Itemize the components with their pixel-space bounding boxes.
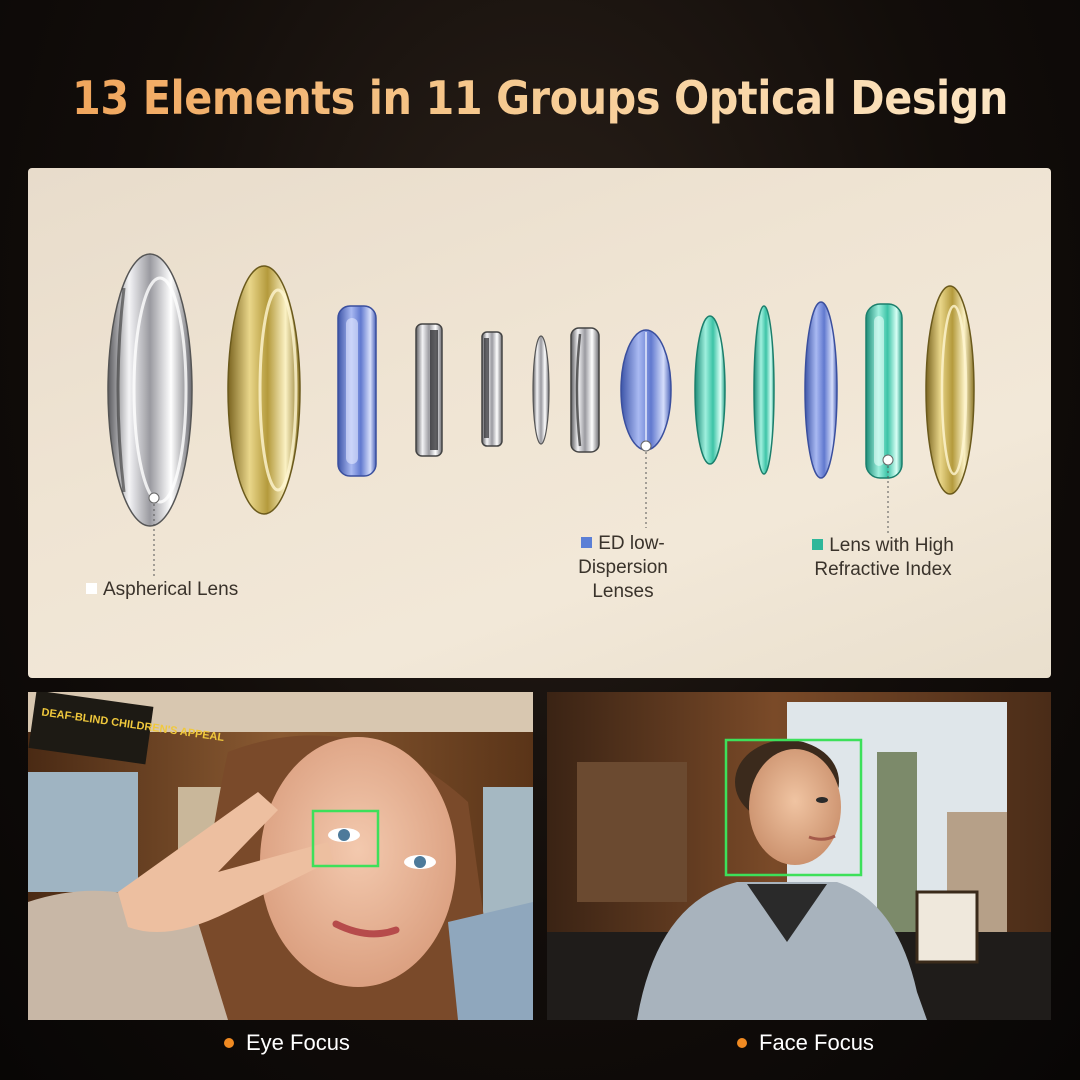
lens-element-12-high-index <box>865 303 903 479</box>
lens-element-10 <box>753 305 775 475</box>
high-index-label-line1: Lens with High <box>829 535 954 556</box>
lens-element-13 <box>925 285 975 495</box>
page-title: 13 Elements in 11 Groups Optical Design <box>54 62 1026 134</box>
lens-element-11 <box>804 301 838 479</box>
lens-element-5 <box>481 331 503 447</box>
lens-element-8-ed <box>620 329 672 452</box>
high-index-swatch <box>812 539 824 551</box>
eye-focus-label: Eye Focus <box>246 1030 350 1055</box>
eye-focus-photo: DEAF-BLIND CHILDREN'S APPEAL <box>28 692 533 1020</box>
orange-bullet-icon <box>737 1038 747 1048</box>
lens-element-3 <box>337 305 377 477</box>
orange-bullet-icon <box>224 1038 234 1048</box>
ed-label-line2: Lenses <box>592 581 654 602</box>
face-focus-label: Face Focus <box>759 1030 874 1055</box>
eye-focus-caption: Eye Focus <box>224 1026 350 1060</box>
aspherical-swatch <box>86 583 97 595</box>
high-index-label-line2: Refractive Index <box>814 559 952 580</box>
lens-element-7 <box>570 327 600 453</box>
aspherical-callout: Aspherical Lens <box>86 578 238 602</box>
lens-element-9 <box>694 315 726 465</box>
ed-swatch <box>581 537 593 549</box>
lens-element-1 <box>107 253 193 527</box>
face-focus-photo <box>547 692 1051 1020</box>
face-focus-caption: Face Focus <box>737 1026 874 1060</box>
high-index-callout: Lens with High Refractive Index <box>798 534 968 582</box>
lens-element-6 <box>532 335 550 445</box>
aspherical-label: Aspherical Lens <box>103 579 239 600</box>
aspherical-marker <box>148 492 160 504</box>
ed-callout: ED low-Dispersion Lenses <box>538 532 708 604</box>
lens-element-4 <box>415 323 443 457</box>
lens-element-2 <box>227 265 301 515</box>
lens-diagram-panel: Aspherical Lens ED low-Dispersion Lenses… <box>28 168 1051 678</box>
